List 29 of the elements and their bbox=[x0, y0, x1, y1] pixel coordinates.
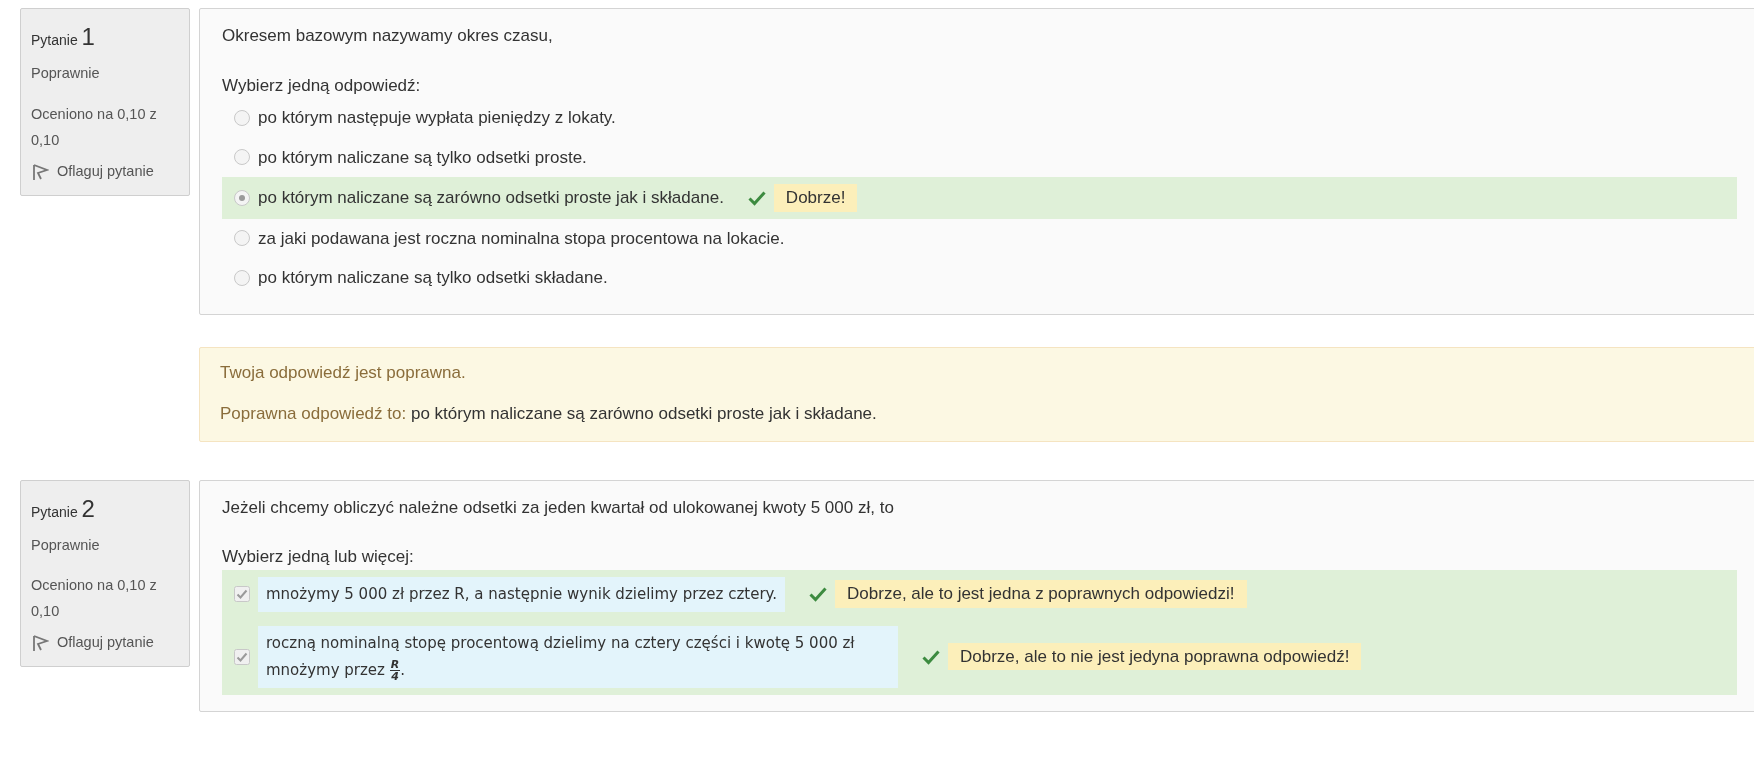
flag-question-link[interactable]: Oflaguj pytanie bbox=[31, 160, 179, 183]
answer-text: po którym naliczane są tylko odsetki proste. bbox=[258, 146, 587, 169]
answer-prompt: Wybierz jedną lub więcej: bbox=[222, 546, 415, 568]
question-text: Okresem bazowym nazywamy okres czasu, bbox=[222, 25, 554, 47]
flag-question-link[interactable]: Oflaguj pytanie bbox=[31, 632, 179, 655]
question-title: Pytanie 2 bbox=[31, 493, 96, 524]
answer-text: po którym naliczane są zarówno odsetki proste jak i składane. bbox=[258, 187, 724, 209]
question-grade: Oceniono na 0,10 z 0,10 bbox=[31, 104, 158, 150]
answer-prompt: Wybierz jedną odpowiedź: bbox=[222, 74, 422, 97]
answer-status: Twoja odpowiedź jest poprawna. bbox=[220, 361, 467, 384]
check-icon bbox=[747, 189, 766, 206]
feedback-text: Dobrze, ale to jest jedna z poprawnych odpowiedzi! bbox=[835, 580, 1247, 608]
question-grade: Oceniono na 0,10 z 0,10 bbox=[31, 576, 158, 622]
flag-icon bbox=[31, 162, 49, 181]
flag-icon bbox=[31, 634, 49, 653]
question-text: Jeżeli chcemy obliczyć należne odsetki za jeden kwartał od ulokowanej kwoty 5 000 zł, to bbox=[222, 496, 895, 519]
feedback-text: Dobrze! bbox=[773, 184, 858, 212]
correct-answer-label: Poprawna odpowiedź to: bbox=[220, 404, 407, 423]
check-icon bbox=[922, 648, 940, 665]
question-state: Poprawnie bbox=[31, 64, 101, 83]
correct-answer-text: po którym naliczane są zarówno odsetki proste jak i składane. bbox=[410, 404, 877, 423]
feedback-text: Dobrze, ale to nie jest jedyna poprawna odpowiedź! bbox=[948, 642, 1362, 671]
answer-text: po którym następuje wypłata pieniędzy z lokaty. bbox=[258, 107, 616, 129]
check-icon bbox=[809, 586, 828, 602]
question-state: Poprawnie bbox=[31, 535, 101, 555]
question-title: Pytanie 1 bbox=[31, 22, 96, 52]
answer-text: za jaki podawana jest roczna nominalna stopa procentowa na lokacie. bbox=[258, 227, 785, 250]
answer-text: mnożymy 5 000 zł przez R, a następnie wynik dzielimy przez cztery. bbox=[258, 576, 786, 612]
answer-text: po którym naliczane są tylko odsetki składane. bbox=[258, 267, 608, 289]
